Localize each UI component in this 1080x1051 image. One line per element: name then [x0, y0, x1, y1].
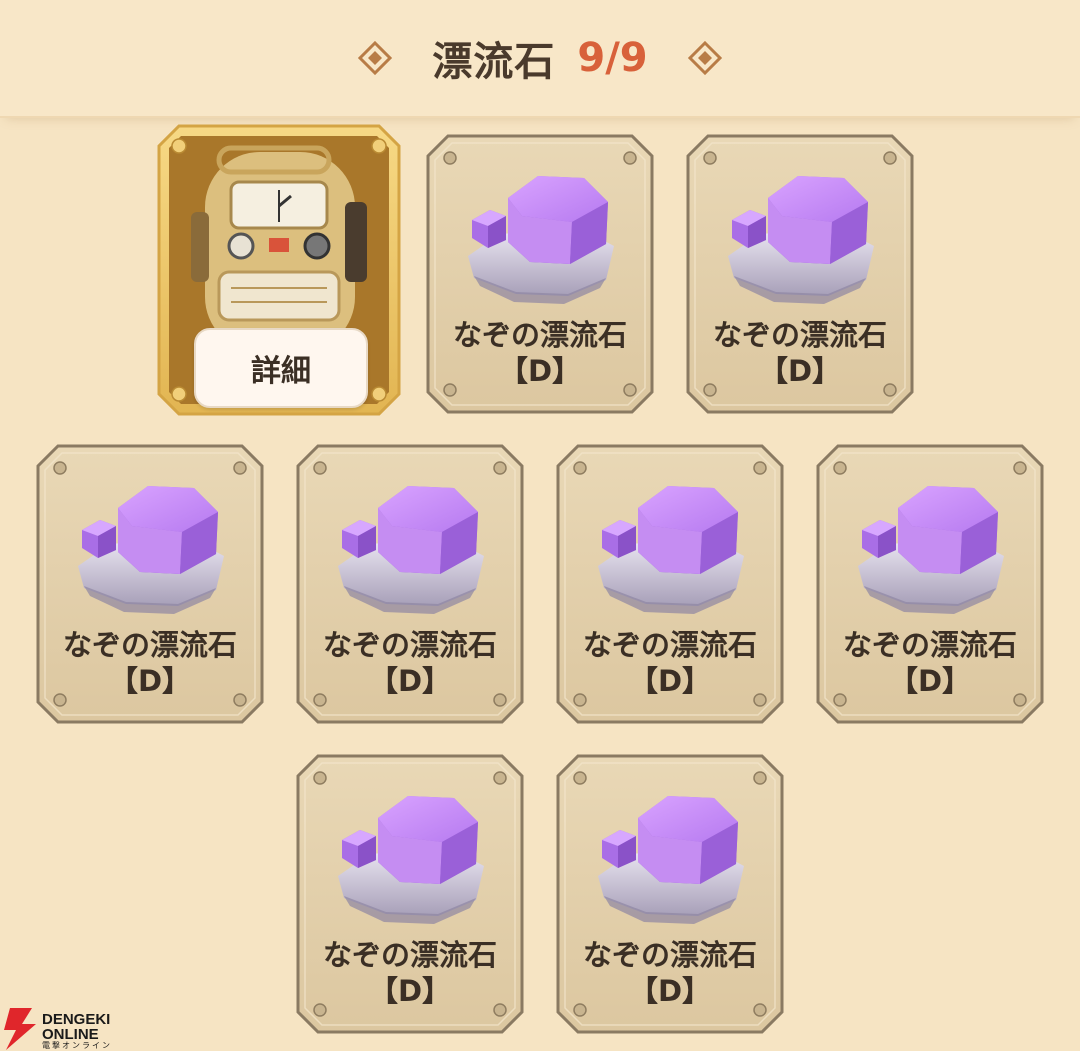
item-rank: 【D】	[888, 664, 972, 698]
diamond-ornament-icon	[687, 41, 722, 75]
item-rank: 【D】	[628, 974, 712, 1008]
diving-helmet-robot-icon	[191, 145, 367, 352]
item-card[interactable]: なぞの漂流石 【D】	[556, 444, 784, 724]
purple-crystal-icon	[858, 486, 1004, 614]
collection-count: 9/9	[577, 35, 648, 81]
item-name: なぞの漂流石	[322, 628, 497, 662]
detail-button[interactable]: 詳細	[194, 328, 368, 408]
page-title: 漂流石	[432, 39, 556, 85]
logo-line-3: 電撃オンライン	[42, 1041, 112, 1050]
item-name: なぞの漂流石	[842, 628, 1017, 662]
purple-crystal-icon	[598, 796, 744, 924]
item-card[interactable]: なぞの漂流石 【D】	[426, 134, 654, 414]
item-name: なぞの漂流石	[712, 318, 887, 352]
featured-item-card[interactable]: 詳細	[157, 124, 401, 416]
title-row: 漂流石 9/9	[0, 30, 1080, 86]
item-card[interactable]: なぞの漂流石 【D】	[296, 754, 524, 1034]
item-rank: 【D】	[368, 974, 452, 1008]
item-card[interactable]: なぞの漂流石 【D】	[556, 754, 784, 1034]
item-rank: 【D】	[628, 664, 712, 698]
item-card[interactable]: なぞの漂流石 【D】	[296, 444, 524, 724]
diamond-ornament-icon	[358, 41, 393, 75]
item-name: なぞの漂流石	[582, 628, 757, 662]
header-bar: 漂流石 9/9	[0, 0, 1080, 118]
item-name: なぞの漂流石	[322, 938, 497, 972]
item-name: なぞの漂流石	[62, 628, 237, 662]
logo-line-1: DENGEKI	[42, 1011, 111, 1028]
item-card[interactable]: なぞの漂流石 【D】	[816, 444, 1044, 724]
item-rank: 【D】	[758, 354, 842, 388]
purple-crystal-icon	[338, 796, 484, 924]
lightning-bolt-icon	[4, 1008, 36, 1050]
item-card[interactable]: なぞの漂流石 【D】	[36, 444, 264, 724]
dengeki-online-logo: DENGEKI ONLINE 電撃オンライン	[2, 1008, 127, 1050]
item-name: なぞの漂流石	[452, 318, 627, 352]
item-rank: 【D】	[108, 664, 192, 698]
purple-crystal-icon	[78, 486, 224, 614]
purple-crystal-icon	[338, 486, 484, 614]
item-card[interactable]: なぞの漂流石 【D】	[686, 134, 914, 414]
item-rank: 【D】	[498, 354, 582, 388]
logo-line-2: ONLINE	[42, 1026, 99, 1043]
purple-crystal-icon	[728, 176, 874, 304]
purple-crystal-icon	[468, 176, 614, 304]
purple-crystal-icon	[598, 486, 744, 614]
item-rank: 【D】	[368, 664, 452, 698]
item-name: なぞの漂流石	[582, 938, 757, 972]
